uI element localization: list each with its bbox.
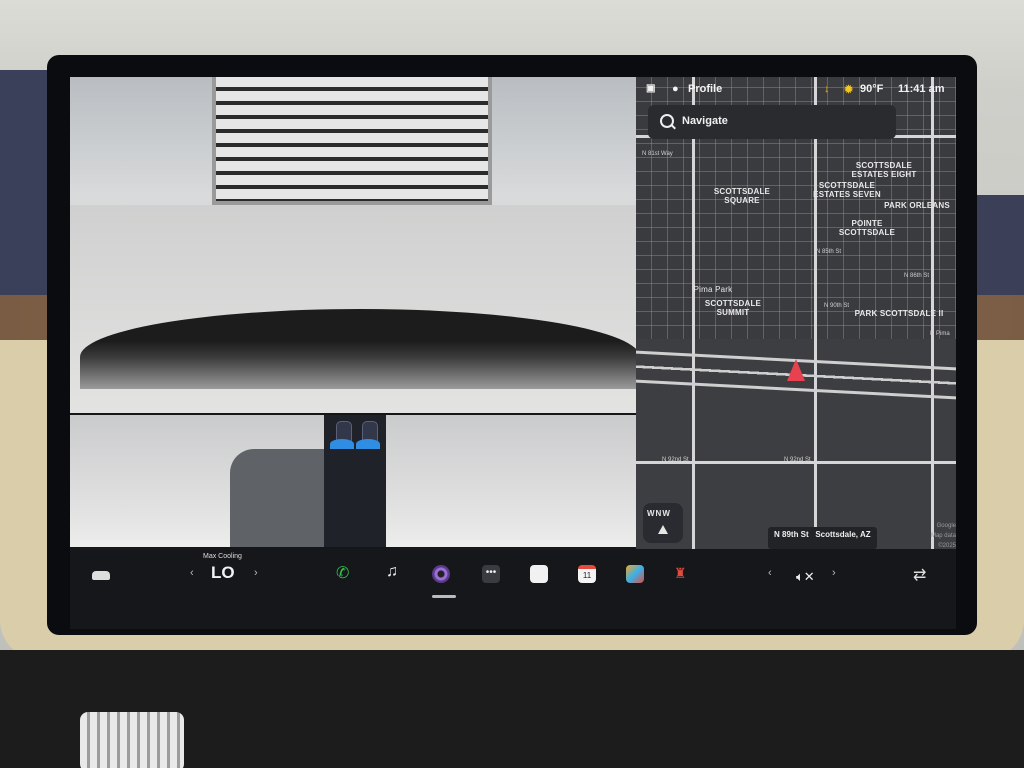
rear-camera-view[interactable] [70, 77, 636, 413]
climate-decrease-chevron-icon[interactable]: ‹ [190, 567, 194, 579]
status-bar: ▣ ● Profile ↓ ✹ 90°F 11:41 am [636, 77, 956, 101]
joystick-icon[interactable]: ♜ [674, 565, 692, 583]
map-attribution: Google Map data ©2025 [916, 521, 956, 551]
compass-arrow-icon [658, 525, 668, 534]
clock-label: 11:41 am [898, 83, 945, 95]
profile-icon[interactable]: ● [672, 83, 679, 95]
navigate-label: Navigate [682, 115, 728, 127]
search-icon [660, 114, 674, 128]
left-repeater-camera-view[interactable] [70, 415, 324, 547]
map-label: SCOTTSDALE ESTATES EIGHT [851, 161, 917, 179]
touchscreen: SCOTTSDALE SQUARE SCOTTSDALE ESTATES EIG… [70, 77, 956, 629]
browser-icon[interactable] [530, 565, 548, 583]
camera-icon[interactable] [432, 565, 450, 583]
street-label: N Pima [930, 331, 950, 337]
current-location-arrow-icon [787, 359, 805, 381]
map-view[interactable]: SCOTTSDALE SQUARE SCOTTSDALE ESTATES EIG… [636, 77, 956, 549]
map-road [814, 77, 817, 549]
map-road [692, 77, 695, 549]
car-door [230, 449, 324, 547]
sun-icon: ✹ [844, 84, 854, 96]
volume-muted-icon[interactable]: 🔈︎✕ [796, 569, 815, 585]
street-label: N 81st Way [642, 151, 673, 157]
map-label: PARK ORLEANS [884, 201, 950, 210]
map-label: SCOTTSDALE ESTATES SEVEN [813, 181, 881, 199]
climate-increase-chevron-icon[interactable]: › [254, 567, 258, 579]
volume-increase-chevron-icon[interactable]: › [832, 567, 836, 579]
map-label: SCOTTSDALE SUMMIT [704, 299, 762, 317]
phone-key-icon: ▣ [646, 83, 656, 94]
map-label: POINTE SCOTTSDALE [838, 219, 896, 237]
swap-screens-icon[interactable]: ⇄ [913, 565, 926, 585]
toybox-icon[interactable] [626, 565, 644, 583]
street-label: N 92nd St [662, 457, 689, 463]
map-label: PARK SCOTTSDALE II [854, 309, 944, 318]
volume-decrease-chevron-icon[interactable]: ‹ [768, 567, 772, 579]
street-label: N 90th St [824, 303, 850, 309]
map-label: Pima Park [693, 285, 733, 294]
profile-label[interactable]: Profile [688, 83, 722, 95]
car-controls-icon[interactable] [92, 571, 110, 580]
left-sensor-wave [330, 439, 354, 449]
street-label: N 86th St [904, 273, 930, 279]
google-logo: Google [936, 523, 956, 529]
pedal [80, 712, 184, 768]
temperature-label: 90°F [860, 83, 884, 95]
app-drawer-handle[interactable] [432, 595, 456, 598]
street-label: N 92nd St [784, 457, 811, 463]
navigate-search-bar[interactable]: Navigate [648, 105, 896, 139]
garage-door [212, 77, 492, 205]
map-label: SCOTTSDALE SQUARE [713, 187, 771, 205]
current-street: N 89th St [774, 530, 809, 539]
park-assist-indicator [324, 415, 386, 547]
current-city: Scottsdale, AZ [815, 530, 871, 539]
download-icon: ↓ [824, 83, 830, 95]
phone-icon[interactable]: ✆ [336, 563, 354, 582]
climate-temperature[interactable]: LO [211, 563, 235, 583]
music-icon[interactable]: ♫ [386, 563, 404, 581]
climate-mode-label: Max Cooling [203, 553, 242, 560]
map-data-credit: Map data ©2025 [930, 533, 956, 549]
right-sensor-wave [356, 439, 380, 449]
street-label: N 85th St [816, 249, 842, 255]
compass-button[interactable]: WNW [643, 503, 683, 543]
compass-letters: WNW [647, 509, 671, 518]
taskbar: ‹ Max Cooling LO › ✆ ♫ ••• 11 ♜ ‹ 🔈︎✕ › … [70, 549, 956, 629]
car-interior-photo: SCOTTSDALE SQUARE SCOTTSDALE ESTATES EIG… [0, 0, 1024, 768]
more-icon[interactable]: ••• [482, 565, 500, 583]
calendar-icon[interactable]: 11 [578, 565, 596, 583]
current-address-pill: N 89th St Scottsdale, AZ [768, 527, 877, 549]
right-repeater-camera-view[interactable] [386, 415, 636, 547]
